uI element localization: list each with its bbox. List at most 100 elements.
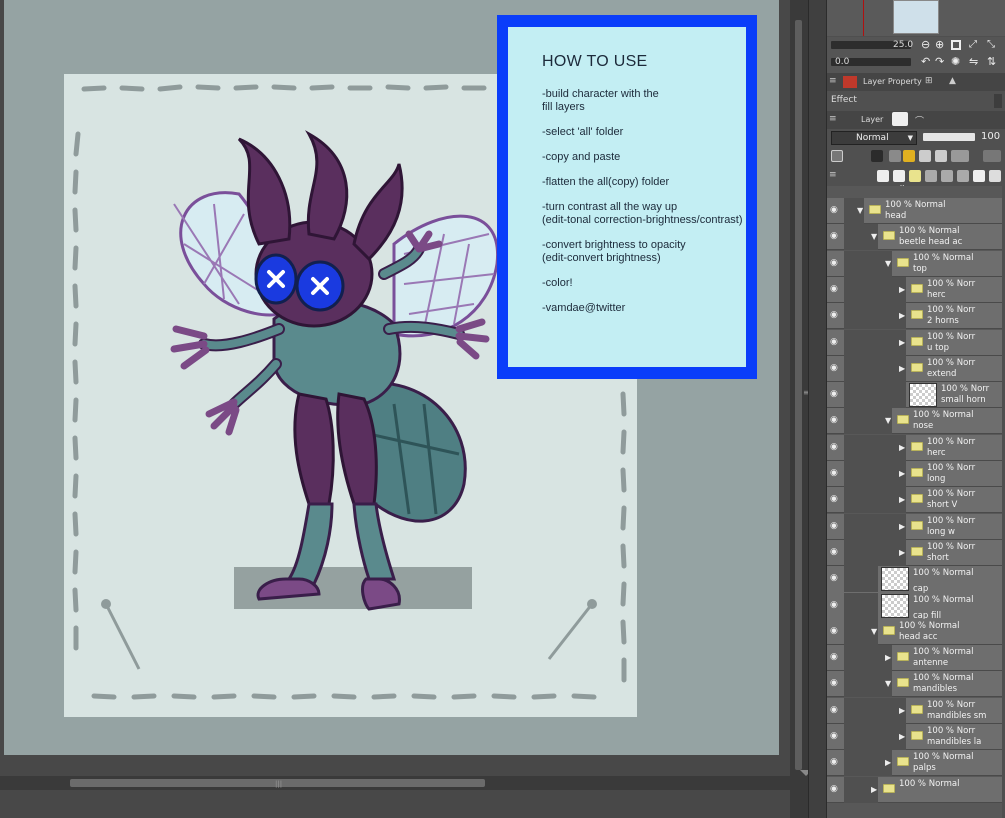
flip-vertical-icon[interactable]: ⇅ — [987, 55, 996, 68]
eye-icon[interactable]: ◉ — [830, 205, 838, 215]
layer-row[interactable]: ◉ ▶ 100 % Norr short — [827, 539, 1002, 566]
fit-screen-icon[interactable]: ⤢ — [969, 39, 977, 50]
zoom-out-icon[interactable]: ⊖ — [921, 38, 930, 51]
navigator-thumbnail[interactable] — [893, 0, 939, 34]
layer-row[interactable]: ◉ ▶ 100 % Normal — [827, 776, 1002, 803]
horizontal-scrollbar[interactable] — [0, 776, 790, 790]
chevron-right-icon[interactable]: ▶ — [899, 706, 905, 715]
tab-layer[interactable]: Layer — [843, 113, 883, 127]
mask-create-icon[interactable] — [957, 170, 969, 182]
new-vector-layer-icon[interactable] — [893, 170, 905, 182]
chevron-right-icon[interactable]: ▶ — [899, 548, 905, 557]
chevron-right-icon[interactable]: ▶ — [899, 443, 905, 452]
reset-rotate-icon[interactable]: ✺ — [951, 55, 960, 68]
reference-icon[interactable] — [889, 150, 901, 162]
layer-row[interactable]: ◉ ▶ 100 % Norr mandibles la — [827, 724, 1002, 750]
zoom-in-icon[interactable]: ⊕ — [935, 38, 944, 51]
layer-row[interactable]: ◉ ▶ 100 % Norr long w — [827, 513, 1002, 540]
chevron-down-icon[interactable]: ▼ — [885, 259, 891, 268]
eye-icon[interactable]: ◉ — [830, 731, 838, 741]
opacity-value[interactable]: 100 — [981, 131, 1000, 142]
layer-row[interactable]: ◉ ▶ 100 % Norr u top — [827, 329, 1002, 356]
layer-row[interactable]: ◉ ▼ 100 % Normal beetle head ac — [827, 224, 1002, 251]
new-folder-icon[interactable] — [909, 170, 921, 182]
layer-row[interactable]: ◉ ▶ 100 % Norr long — [827, 461, 1002, 487]
layer-row[interactable]: ◉ ▼ 100 % Normal nose — [827, 408, 1002, 435]
canvas-workspace[interactable]: HOW TO USE -build character with the fil… — [0, 0, 812, 818]
chevron-right-icon[interactable]: ▶ — [899, 338, 905, 347]
opacity-slider[interactable] — [923, 133, 975, 141]
chevron-down-icon[interactable]: ▼ — [871, 232, 877, 241]
apply-mask-icon[interactable] — [973, 170, 985, 182]
eye-icon[interactable]: ◉ — [830, 468, 838, 478]
effect-scroll-icon[interactable] — [994, 94, 1002, 108]
tab-icon-3[interactable]: ▲ — [949, 76, 956, 86]
vertical-scroll-thumb[interactable] — [795, 20, 802, 770]
eye-icon[interactable]: ◉ — [830, 573, 838, 583]
eye-icon[interactable]: ◉ — [830, 678, 838, 688]
transfer-down-icon[interactable] — [925, 170, 937, 182]
eye-icon[interactable]: ◉ — [830, 626, 838, 636]
vertical-scrollbar[interactable] — [790, 0, 808, 818]
layer-row[interactable]: ◉ ▼ 100 % Normal head acc — [827, 618, 1002, 645]
chevron-right-icon[interactable]: ▶ — [899, 285, 905, 294]
chevron-right-icon[interactable]: ▶ — [899, 311, 905, 320]
actual-size-icon[interactable]: ⤡ — [987, 39, 995, 50]
ruler-icon[interactable] — [983, 150, 1001, 162]
layer-row[interactable]: ◉ ▶ 100 % Norr herc — [827, 434, 1002, 461]
tab-icon-2[interactable]: ⊞ — [925, 76, 933, 86]
chevron-right-icon[interactable]: ▶ — [871, 785, 877, 794]
eye-icon[interactable]: ◉ — [830, 389, 838, 399]
navigator-panel[interactable] — [827, 0, 1005, 36]
layer-row[interactable]: ◉ ▶ 100 % Norr mandibles sm — [827, 697, 1002, 724]
color-swatch-icon[interactable] — [831, 150, 843, 162]
chevron-down-icon[interactable]: ▼ — [857, 206, 863, 215]
eye-icon[interactable]: ◉ — [830, 494, 838, 504]
layer-row[interactable]: ◉ ▶ 100 % Norr 2 horns — [827, 303, 1002, 330]
chevron-down-icon[interactable]: ▼ — [871, 627, 877, 636]
panel-menu-icon[interactable]: ≡ — [829, 114, 837, 124]
tab-layer-property[interactable]: Layer Property — [863, 75, 922, 89]
draft-icon[interactable] — [903, 150, 915, 162]
fit-icon[interactable] — [951, 40, 961, 50]
chevron-right-icon[interactable]: ▶ — [885, 758, 891, 767]
mask-icon[interactable] — [951, 150, 969, 162]
blend-mode-select[interactable]: Normal ▼ — [831, 131, 917, 145]
panel-menu-icon[interactable]: ≡ — [829, 170, 837, 180]
eye-icon[interactable]: ◉ — [830, 757, 838, 767]
clip-icon[interactable] — [871, 150, 883, 162]
layer-row[interactable]: ◉ 100 % Norr small horn — [827, 382, 1002, 409]
layer-row[interactable]: ◉ ▼ 100 % Normal mandibles — [827, 671, 1002, 698]
chevron-down-icon[interactable]: ▼ — [885, 679, 891, 688]
layer-row[interactable]: ◉ ▼ 100 % Normal top — [827, 250, 1002, 277]
chevron-down-icon[interactable]: ▼ — [885, 416, 891, 425]
layer-row[interactable]: ◉ ▶ 100 % Normal antenne — [827, 645, 1002, 672]
eye-icon[interactable]: ◉ — [830, 337, 838, 347]
layer-row[interactable]: ◉ ▶ 100 % Norr extend — [827, 355, 1002, 382]
eye-icon[interactable]: ◉ — [830, 363, 838, 373]
chevron-right-icon[interactable]: ▶ — [899, 732, 905, 741]
lock-transparency-icon[interactable] — [935, 150, 947, 162]
chevron-right-icon[interactable]: ▶ — [899, 469, 905, 478]
eye-icon[interactable]: ◉ — [830, 415, 838, 425]
rotate-right-icon[interactable]: ↷ — [935, 55, 944, 68]
layer-row[interactable]: ◉ ▼ 100 % Normal head — [827, 198, 1002, 224]
eye-icon[interactable]: ◉ — [830, 784, 838, 794]
new-raster-layer-icon[interactable] — [877, 170, 889, 182]
panel-menu-icon[interactable]: ≡ — [829, 76, 837, 86]
rotate-left-icon[interactable]: ↶ — [921, 55, 930, 68]
tab-icon-5[interactable]: ⌒ — [915, 114, 924, 127]
layer-row[interactable]: ◉ ▶ 100 % Norr short V — [827, 487, 1002, 514]
eye-icon[interactable]: ◉ — [830, 231, 838, 241]
eye-icon[interactable]: ◉ — [830, 442, 838, 452]
eye-icon[interactable]: ◉ — [830, 521, 838, 531]
merge-icon[interactable] — [941, 170, 953, 182]
eye-icon[interactable]: ◉ — [830, 310, 838, 320]
chevron-right-icon[interactable]: ▶ — [899, 522, 905, 531]
layer-property-tab-icon[interactable] — [843, 76, 857, 88]
eye-icon[interactable]: ◉ — [830, 547, 838, 557]
layer-row[interactable]: ◉ ▶ 100 % Normal palps — [827, 750, 1002, 777]
eye-icon[interactable]: ◉ — [830, 600, 838, 610]
eye-icon[interactable]: ◉ — [830, 284, 838, 294]
tab-icon-4[interactable] — [892, 112, 908, 126]
